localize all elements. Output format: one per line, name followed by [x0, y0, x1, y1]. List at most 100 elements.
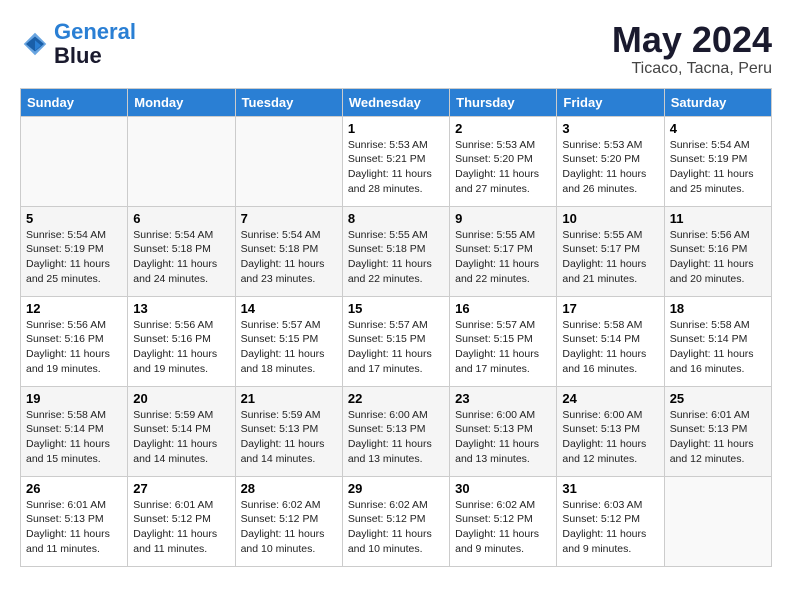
- week-row-2: 5 Sunrise: 5:54 AM Sunset: 5:19 PM Daylig…: [21, 206, 772, 296]
- day-info: Sunrise: 6:00 AM Sunset: 5:13 PM Dayligh…: [455, 408, 551, 467]
- calendar-cell: 9 Sunrise: 5:55 AM Sunset: 5:17 PM Daylig…: [450, 206, 557, 296]
- header-thursday: Thursday: [450, 88, 557, 116]
- day-info: Sunrise: 5:58 AM Sunset: 5:14 PM Dayligh…: [670, 318, 766, 377]
- day-number: 28: [241, 481, 337, 496]
- day-number: 2: [455, 121, 551, 136]
- day-info: Sunrise: 5:56 AM Sunset: 5:16 PM Dayligh…: [26, 318, 122, 377]
- day-number: 19: [26, 391, 122, 406]
- calendar-cell: 12Sunrise: 5:56 AM Sunset: 5:16 PM Dayli…: [21, 296, 128, 386]
- day-number: 29: [348, 481, 444, 496]
- calendar-cell: 19 Sunrise: 5:58 AM Sunset: 5:14 PM Dayli…: [21, 386, 128, 476]
- day-info: Sunrise: 5:59 AM Sunset: 5:13 PM Dayligh…: [241, 408, 337, 467]
- calendar-cell: 15 Sunrise: 5:57 AM Sunset: 5:15 PM Dayli…: [342, 296, 449, 386]
- header-saturday: Saturday: [664, 88, 771, 116]
- calendar-cell: 17 Sunrise: 5:58 AM Sunset: 5:14 PM Dayli…: [557, 296, 664, 386]
- title-block: May 2024 Ticaco, Tacna, Peru: [612, 20, 772, 78]
- day-number: 24: [562, 391, 658, 406]
- day-info: Sunrise: 6:00 AM Sunset: 5:13 PM Dayligh…: [562, 408, 658, 467]
- day-info: Sunrise: 5:54 AM Sunset: 5:19 PM Dayligh…: [26, 228, 122, 287]
- calendar-cell: 7Sunrise: 5:54 AM Sunset: 5:18 PM Daylig…: [235, 206, 342, 296]
- day-number: 30: [455, 481, 551, 496]
- calendar-cell: 29 Sunrise: 6:02 AM Sunset: 5:12 PM Dayli…: [342, 476, 449, 566]
- day-info: Sunrise: 5:59 AM Sunset: 5:14 PM Dayligh…: [133, 408, 229, 467]
- day-number: 14: [241, 301, 337, 316]
- calendar-cell: 5 Sunrise: 5:54 AM Sunset: 5:19 PM Daylig…: [21, 206, 128, 296]
- day-info: Sunrise: 5:58 AM Sunset: 5:14 PM Dayligh…: [562, 318, 658, 377]
- day-number: 21: [241, 391, 337, 406]
- day-number: 17: [562, 301, 658, 316]
- month-year: May 2024: [612, 20, 772, 60]
- header-tuesday: Tuesday: [235, 88, 342, 116]
- calendar-cell: [21, 116, 128, 206]
- day-number: 31: [562, 481, 658, 496]
- week-row-1: 1 Sunrise: 5:53 AM Sunset: 5:21 PM Daylig…: [21, 116, 772, 206]
- day-number: 3: [562, 121, 658, 136]
- calendar-cell: 14 Sunrise: 5:57 AM Sunset: 5:15 PM Dayli…: [235, 296, 342, 386]
- calendar-cell: 11 Sunrise: 5:56 AM Sunset: 5:16 PM Dayli…: [664, 206, 771, 296]
- calendar-cell: 10Sunrise: 5:55 AM Sunset: 5:17 PM Dayli…: [557, 206, 664, 296]
- day-number: 13: [133, 301, 229, 316]
- day-number: 5: [26, 211, 122, 226]
- day-number: 25: [670, 391, 766, 406]
- day-info: Sunrise: 5:55 AM Sunset: 5:17 PM Dayligh…: [562, 228, 658, 287]
- day-number: 22: [348, 391, 444, 406]
- calendar-cell: [128, 116, 235, 206]
- day-info: Sunrise: 6:01 AM Sunset: 5:12 PM Dayligh…: [133, 498, 229, 557]
- day-info: Sunrise: 6:02 AM Sunset: 5:12 PM Dayligh…: [348, 498, 444, 557]
- day-info: Sunrise: 5:58 AM Sunset: 5:14 PM Dayligh…: [26, 408, 122, 467]
- calendar-cell: 25 Sunrise: 6:01 AM Sunset: 5:13 PM Dayli…: [664, 386, 771, 476]
- calendar-cell: 23 Sunrise: 6:00 AM Sunset: 5:13 PM Dayli…: [450, 386, 557, 476]
- header-sunday: Sunday: [21, 88, 128, 116]
- day-info: Sunrise: 5:55 AM Sunset: 5:18 PM Dayligh…: [348, 228, 444, 287]
- calendar-cell: 24 Sunrise: 6:00 AM Sunset: 5:13 PM Dayli…: [557, 386, 664, 476]
- week-row-4: 19 Sunrise: 5:58 AM Sunset: 5:14 PM Dayli…: [21, 386, 772, 476]
- location: Ticaco, Tacna, Peru: [612, 60, 772, 78]
- day-info: Sunrise: 6:02 AM Sunset: 5:12 PM Dayligh…: [455, 498, 551, 557]
- calendar-cell: 27 Sunrise: 6:01 AM Sunset: 5:12 PM Dayli…: [128, 476, 235, 566]
- day-info: Sunrise: 5:53 AM Sunset: 5:21 PM Dayligh…: [348, 138, 444, 197]
- header-wednesday: Wednesday: [342, 88, 449, 116]
- day-number: 26: [26, 481, 122, 496]
- calendar-cell: 13Sunrise: 5:56 AM Sunset: 5:16 PM Dayli…: [128, 296, 235, 386]
- day-info: Sunrise: 6:01 AM Sunset: 5:13 PM Dayligh…: [26, 498, 122, 557]
- day-number: 18: [670, 301, 766, 316]
- week-row-5: 26 Sunrise: 6:01 AM Sunset: 5:13 PM Dayli…: [21, 476, 772, 566]
- day-number: 15: [348, 301, 444, 316]
- day-number: 11: [670, 211, 766, 226]
- calendar-cell: 22Sunrise: 6:00 AM Sunset: 5:13 PM Dayli…: [342, 386, 449, 476]
- day-number: 27: [133, 481, 229, 496]
- day-number: 23: [455, 391, 551, 406]
- day-info: Sunrise: 5:57 AM Sunset: 5:15 PM Dayligh…: [348, 318, 444, 377]
- day-info: Sunrise: 5:54 AM Sunset: 5:19 PM Dayligh…: [670, 138, 766, 197]
- day-number: 8: [348, 211, 444, 226]
- day-info: Sunrise: 6:02 AM Sunset: 5:12 PM Dayligh…: [241, 498, 337, 557]
- header-monday: Monday: [128, 88, 235, 116]
- calendar-cell: 28 Sunrise: 6:02 AM Sunset: 5:12 PM Dayli…: [235, 476, 342, 566]
- calendar-cell: 16Sunrise: 5:57 AM Sunset: 5:15 PM Dayli…: [450, 296, 557, 386]
- week-row-3: 12Sunrise: 5:56 AM Sunset: 5:16 PM Dayli…: [21, 296, 772, 386]
- calendar-cell: 4 Sunrise: 5:54 AM Sunset: 5:19 PM Daylig…: [664, 116, 771, 206]
- calendar-cell: [664, 476, 771, 566]
- calendar-cell: 26 Sunrise: 6:01 AM Sunset: 5:13 PM Dayli…: [21, 476, 128, 566]
- logo: GeneralBlue: [20, 20, 136, 68]
- calendar-cell: 31Sunrise: 6:03 AM Sunset: 5:12 PM Dayli…: [557, 476, 664, 566]
- calendar-cell: 8 Sunrise: 5:55 AM Sunset: 5:18 PM Daylig…: [342, 206, 449, 296]
- calendar-cell: 1 Sunrise: 5:53 AM Sunset: 5:21 PM Daylig…: [342, 116, 449, 206]
- day-info: Sunrise: 5:57 AM Sunset: 5:15 PM Dayligh…: [241, 318, 337, 377]
- calendar-cell: 21 Sunrise: 5:59 AM Sunset: 5:13 PM Dayli…: [235, 386, 342, 476]
- day-number: 9: [455, 211, 551, 226]
- day-info: Sunrise: 5:53 AM Sunset: 5:20 PM Dayligh…: [562, 138, 658, 197]
- day-info: Sunrise: 5:56 AM Sunset: 5:16 PM Dayligh…: [670, 228, 766, 287]
- day-info: Sunrise: 6:01 AM Sunset: 5:13 PM Dayligh…: [670, 408, 766, 467]
- day-number: 4: [670, 121, 766, 136]
- calendar-cell: 3 Sunrise: 5:53 AM Sunset: 5:20 PM Daylig…: [557, 116, 664, 206]
- day-info: Sunrise: 5:55 AM Sunset: 5:17 PM Dayligh…: [455, 228, 551, 287]
- page-header: GeneralBlue May 2024 Ticaco, Tacna, Peru: [20, 20, 772, 78]
- calendar-table: SundayMondayTuesdayWednesdayThursdayFrid…: [20, 88, 772, 567]
- day-number: 1: [348, 121, 444, 136]
- calendar-cell: 2Sunrise: 5:53 AM Sunset: 5:20 PM Daylig…: [450, 116, 557, 206]
- calendar-cell: 6Sunrise: 5:54 AM Sunset: 5:18 PM Daylig…: [128, 206, 235, 296]
- header-friday: Friday: [557, 88, 664, 116]
- day-number: 16: [455, 301, 551, 316]
- calendar-cell: 30 Sunrise: 6:02 AM Sunset: 5:12 PM Dayli…: [450, 476, 557, 566]
